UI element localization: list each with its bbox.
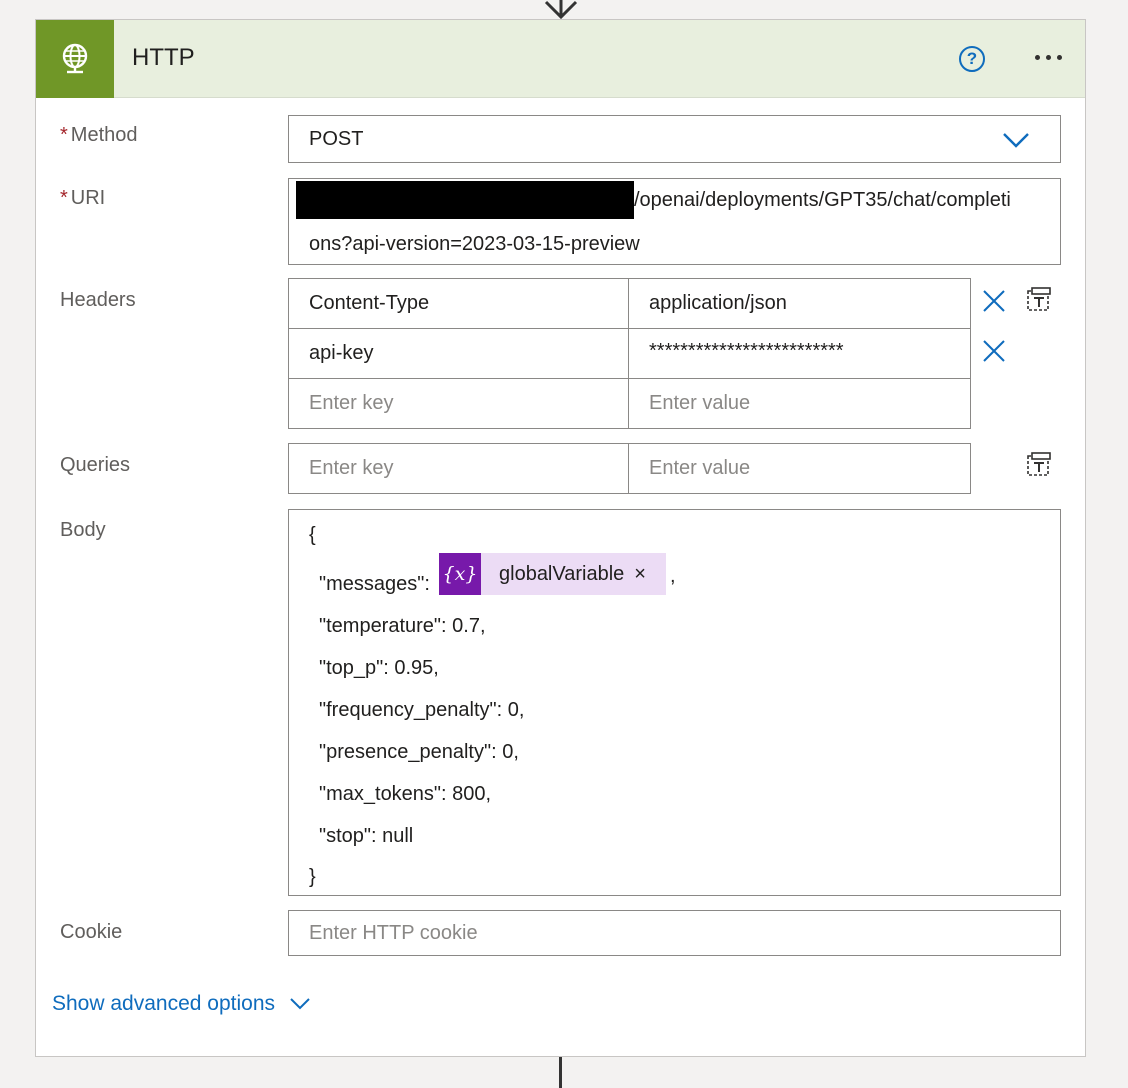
code-comma: , bbox=[670, 565, 676, 587]
query-key-input[interactable] bbox=[288, 443, 629, 494]
header-value-input[interactable]: ************************* bbox=[628, 328, 971, 379]
cookie-field[interactable] bbox=[307, 911, 1047, 955]
body-editor[interactable]: { "messages": {x} globalVariable × , "te… bbox=[288, 509, 1061, 896]
dynamic-content-token[interactable]: {x} globalVariable × bbox=[439, 553, 666, 595]
card-title: HTTP bbox=[132, 44, 195, 71]
code-messages-key: "messages": bbox=[319, 573, 430, 595]
code-line: "frequency_penalty": 0, bbox=[319, 699, 525, 721]
card-header[interactable]: HTTP ? bbox=[36, 20, 1085, 98]
show-advanced-options-link[interactable]: Show advanced options bbox=[52, 992, 311, 1016]
method-dropdown[interactable]: POST bbox=[288, 115, 1061, 163]
queries-label: Queries bbox=[60, 454, 131, 476]
question-circle-icon[interactable]: ? bbox=[959, 46, 985, 72]
globe-network-icon bbox=[36, 20, 114, 98]
advanced-options-label: Show advanced options bbox=[52, 992, 275, 1015]
cookie-input[interactable] bbox=[288, 910, 1061, 956]
new-header-value-input[interactable] bbox=[628, 378, 971, 429]
token-remove-icon[interactable]: × bbox=[634, 563, 646, 586]
variable-icon: {x} bbox=[439, 553, 481, 595]
header-key-input[interactable]: Content-Type bbox=[288, 278, 629, 329]
query-key-field[interactable] bbox=[309, 444, 628, 493]
header-value-input[interactable]: application/json bbox=[628, 278, 971, 329]
uri-label-text: URI bbox=[70, 187, 106, 209]
switch-to-text-mode-icon[interactable] bbox=[1026, 451, 1052, 477]
query-value-input[interactable] bbox=[628, 443, 971, 494]
http-action-card: HTTP ? * Method POST * URI /openai/deploym… bbox=[35, 19, 1086, 1057]
chevron-down-icon bbox=[1003, 133, 1029, 148]
new-header-value-field[interactable] bbox=[649, 379, 970, 428]
code-line: "top_p": 0.95, bbox=[319, 657, 439, 679]
flow-arrow-down-icon bbox=[544, 0, 578, 20]
body-label: Body bbox=[60, 519, 106, 541]
code-line: "presence_penalty": 0, bbox=[319, 741, 519, 763]
remove-header-icon[interactable] bbox=[982, 339, 1006, 363]
new-header-key-field[interactable] bbox=[309, 379, 628, 428]
required-marker: * bbox=[60, 187, 68, 209]
method-value: POST bbox=[309, 128, 364, 150]
uri-input[interactable]: /openai/deployments/GPT35/chat/completi … bbox=[288, 178, 1061, 265]
redacted-block bbox=[296, 181, 634, 219]
uri-text-line-2: ons?api-version=2023-03-15-preview bbox=[309, 233, 640, 255]
uri-text-line-1: /openai/deployments/GPT35/chat/completi bbox=[634, 189, 1011, 211]
required-marker: * bbox=[60, 124, 68, 146]
flow-connector-line bbox=[559, 1057, 562, 1088]
code-open-brace: { bbox=[309, 524, 316, 546]
method-label: * Method bbox=[60, 124, 138, 147]
query-value-field[interactable] bbox=[649, 444, 970, 493]
chevron-down-icon bbox=[290, 998, 310, 1010]
method-label-text: Method bbox=[70, 124, 138, 146]
token-label: globalVariable bbox=[499, 562, 625, 585]
code-line: "temperature": 0.7, bbox=[319, 615, 486, 637]
switch-to-text-mode-icon[interactable] bbox=[1026, 286, 1052, 312]
remove-header-icon[interactable] bbox=[982, 289, 1006, 313]
more-dots-icon[interactable] bbox=[1026, 42, 1070, 72]
code-line: "max_tokens": 800, bbox=[319, 783, 492, 805]
cookie-label: Cookie bbox=[60, 921, 123, 943]
headers-label: Headers bbox=[60, 289, 136, 311]
header-key-input[interactable]: api-key bbox=[288, 328, 629, 379]
code-close-brace: } bbox=[309, 866, 316, 888]
code-line: "stop": null bbox=[319, 825, 414, 847]
uri-label: * URI bbox=[60, 187, 105, 210]
new-header-key-input[interactable] bbox=[288, 378, 629, 429]
